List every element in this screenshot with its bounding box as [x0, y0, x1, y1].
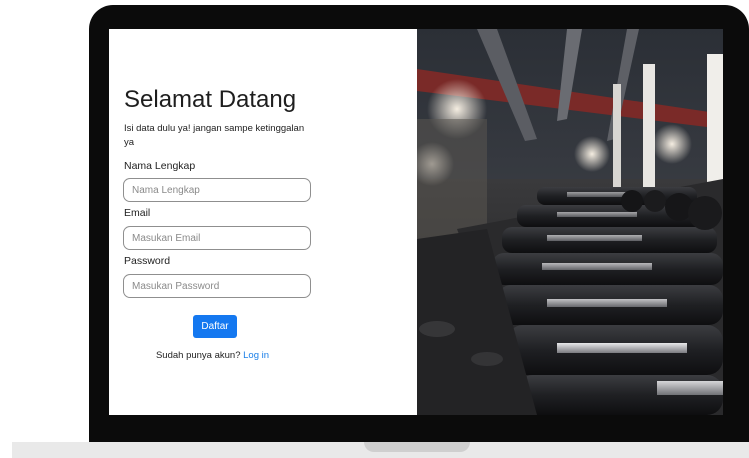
login-link[interactable]: Log in — [243, 350, 269, 361]
signin-prompt-row: Sudah punya akun? Log in — [109, 350, 316, 361]
device-mockup: Selamat Datang Isi data dulu ya! jangan … — [0, 0, 749, 458]
signup-form: Selamat Datang Isi data dulu ya! jangan … — [109, 29, 417, 415]
page-title: Selamat Datang — [124, 86, 297, 113]
signin-prompt: Sudah punya akun? — [155, 350, 241, 361]
register-button[interactable]: Daftar — [193, 315, 237, 338]
password-input[interactable] — [123, 274, 311, 298]
email-label: Email — [124, 207, 151, 219]
dumbbell-rack-illustration — [417, 29, 723, 415]
email-input[interactable] — [123, 226, 311, 250]
laptop-screen: Selamat Datang Isi data dulu ya! jangan … — [109, 29, 723, 415]
laptop-notch — [364, 442, 470, 452]
name-label: Nama Lengkap — [124, 160, 196, 172]
password-label: Password — [124, 255, 171, 267]
page-subtitle: Isi data dulu ya! jangan sampe ketinggal… — [124, 123, 305, 148]
gym-dumbbell-photo — [417, 29, 723, 415]
name-input[interactable] — [123, 178, 311, 202]
